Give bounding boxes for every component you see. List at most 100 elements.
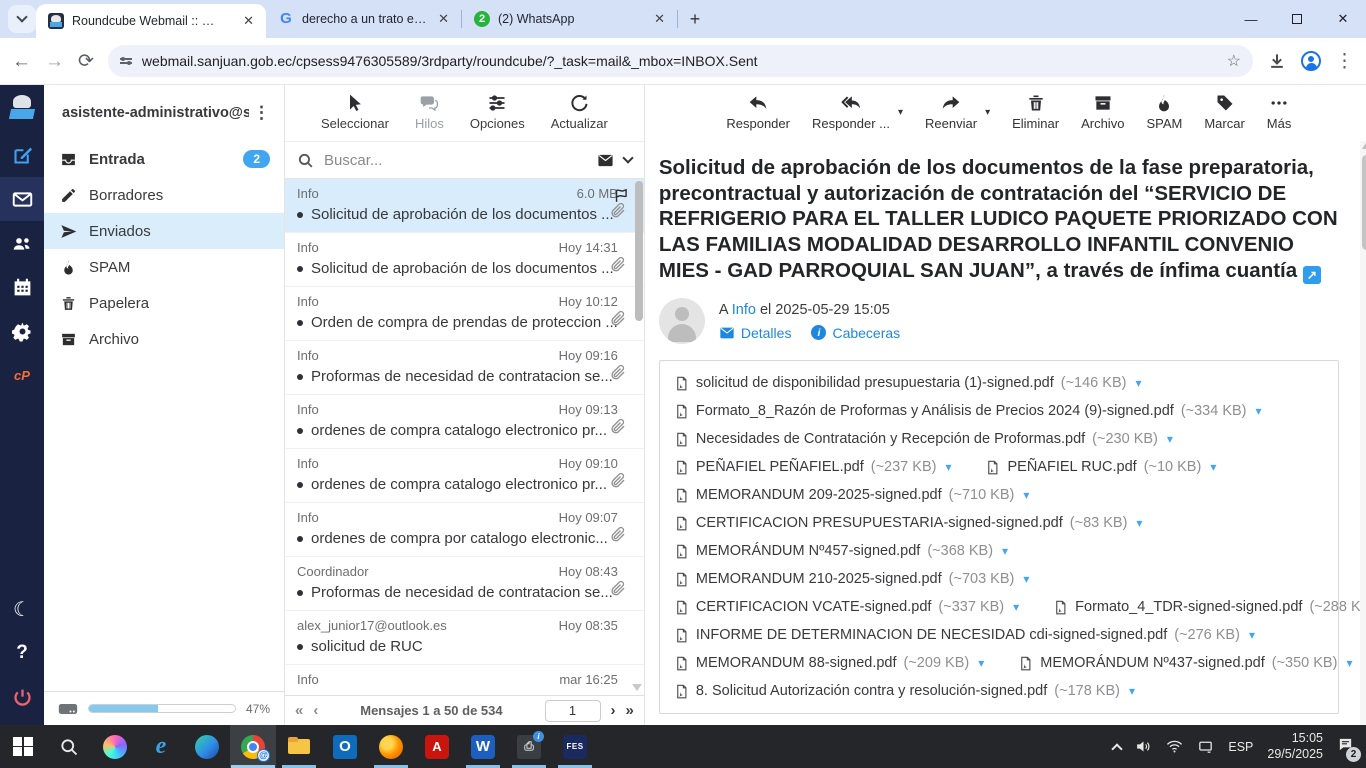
mark-button[interactable]: Marcar: [1204, 93, 1244, 131]
attachment-name[interactable]: Formato_4_TDR-signed-signed.pdf: [1075, 599, 1302, 615]
attachment-menu-caret-icon[interactable]: ▾: [1002, 544, 1008, 558]
settings-button[interactable]: [0, 309, 44, 353]
bookmark-star-icon[interactable]: ☆: [1227, 51, 1241, 71]
taskbar-fes-button[interactable]: FES: [552, 725, 598, 768]
recipient-link[interactable]: Info: [732, 302, 756, 318]
new-tab-button[interactable]: +: [682, 6, 708, 32]
taskbar-printer-button[interactable]: ⎙: [506, 725, 552, 768]
attachment-name[interactable]: 8. Solicitud Autorización contra y resol…: [696, 683, 1047, 699]
tab-search-button[interactable]: [8, 5, 36, 33]
attachment-item[interactable]: 8. Solicitud Autorización contra y resol…: [674, 683, 1135, 700]
attachment-name[interactable]: MEMORANDUM 210-2025-signed.pdf: [696, 571, 942, 587]
next-page-button[interactable]: ›: [611, 702, 616, 719]
folder-inbox[interactable]: Entrada 2: [44, 141, 284, 177]
taskbar-edge-button[interactable]: [184, 725, 230, 768]
archive-button[interactable]: Archivo: [1081, 93, 1124, 131]
attachment-name[interactable]: MEMORÁNDUM Nº457-signed.pdf: [696, 543, 920, 559]
message-list-row[interactable]: CoordinadorHoy 08:43 Proformas de necesi…: [285, 557, 644, 611]
dark-mode-button[interactable]: ☾: [0, 587, 44, 631]
minimize-button[interactable]: —: [1228, 0, 1274, 38]
attachment-item[interactable]: Formato_8_Razón de Proformas y Análisis …: [674, 403, 1262, 420]
attachment-item[interactable]: MEMORÁNDUM Nº457-signed.pdf (~368 KB) ▾: [674, 543, 1008, 560]
attachment-name[interactable]: PEÑAFIEL PEÑAFIEL.pdf: [696, 459, 864, 475]
reading-scrollbar[interactable]: [1360, 141, 1366, 725]
maximize-button[interactable]: [1274, 0, 1320, 38]
logout-button[interactable]: [0, 675, 44, 719]
page-number-input[interactable]: 1: [545, 700, 601, 722]
language-indicator[interactable]: ESP: [1228, 740, 1253, 754]
search-scope-mail-icon[interactable]: [597, 152, 614, 169]
tab-roundcube[interactable]: Roundcube Webmail :: Enviados ✕: [36, 4, 266, 38]
taskbar-ie-button[interactable]: e: [138, 725, 184, 768]
first-page-button[interactable]: «: [295, 702, 303, 719]
display-connect-icon[interactable]: [1197, 738, 1214, 755]
cpanel-button[interactable]: cP: [0, 353, 44, 397]
attachment-item[interactable]: solicitud de disponibilidad presupuestar…: [674, 375, 1142, 392]
delete-button[interactable]: Eliminar: [1012, 93, 1059, 131]
scroll-down-icon[interactable]: [632, 684, 642, 691]
unread-dot-icon[interactable]: [297, 266, 303, 272]
message-list-row[interactable]: InfoHoy 09:16 Proformas de necesidad de …: [285, 341, 644, 395]
account-menu-icon[interactable]: ⋮: [249, 103, 274, 123]
taskbar-chrome-button[interactable]: @: [230, 725, 276, 768]
spam-button[interactable]: SPAM: [1146, 93, 1182, 131]
attachment-menu-caret-icon[interactable]: ▾: [1249, 628, 1255, 642]
attachment-menu-caret-icon[interactable]: ▾: [1023, 488, 1029, 502]
attachment-item[interactable]: INFORME DE DETERMINACION DE NECESIDAD cd…: [674, 627, 1255, 644]
attachment-name[interactable]: INFORME DE DETERMINACION DE NECESIDAD cd…: [696, 627, 1167, 643]
scroll-up-icon[interactable]: [1362, 143, 1366, 149]
attachment-menu-caret-icon[interactable]: ▾: [945, 460, 951, 474]
message-list-row[interactable]: alex_junior17@outlook.esHoy 08:35 solici…: [285, 611, 644, 665]
attachment-menu-caret-icon[interactable]: ▾: [1013, 600, 1019, 614]
attachment-item[interactable]: PEÑAFIEL PEÑAFIEL.pdf (~237 KB) ▾: [674, 459, 952, 476]
forward-caret-icon[interactable]: ▾: [985, 107, 990, 118]
start-button[interactable]: [0, 725, 46, 768]
message-list-row[interactable]: InfoHoy 14:31 Solicitud de aprobación de…: [285, 233, 644, 287]
attachment-item[interactable]: MEMORANDUM 88-signed.pdf (~209 KB) ▾: [674, 655, 984, 672]
folder-spam[interactable]: SPAM: [44, 249, 284, 285]
reply-all-button[interactable]: Responder ...: [812, 93, 890, 131]
refresh-button[interactable]: Actualizar: [551, 93, 608, 131]
attachment-menu-caret-icon[interactable]: ▾: [1135, 376, 1141, 390]
taskbar-outlook-button[interactable]: O: [322, 725, 368, 768]
back-button[interactable]: ←: [12, 52, 31, 71]
tab-close-button[interactable]: ✕: [241, 13, 256, 29]
address-bar[interactable]: webmail.sanjuan.gob.ec/cpsess9476305589/…: [108, 45, 1253, 77]
contacts-button[interactable]: [0, 221, 44, 265]
message-list-row[interactable]: InfoHoy 09:10 ordenes de compra catalogo…: [285, 449, 644, 503]
downloads-icon[interactable]: [1267, 51, 1287, 71]
external-link-icon[interactable]: ↗: [1303, 266, 1321, 284]
attachment-name[interactable]: MEMORANDUM 88-signed.pdf: [696, 655, 897, 671]
forward-button[interactable]: →: [45, 52, 64, 71]
help-button[interactable]: ?: [0, 631, 44, 675]
attachment-name[interactable]: MEMORÁNDUM Nº437-signed.pdf: [1040, 655, 1264, 671]
site-settings-icon[interactable]: [120, 58, 132, 64]
unread-dot-icon[interactable]: [297, 212, 303, 218]
tray-expand-icon[interactable]: [1112, 743, 1123, 754]
notification-center-button[interactable]: 2: [1337, 736, 1354, 758]
unread-dot-icon[interactable]: [297, 590, 303, 596]
unread-dot-icon[interactable]: [297, 374, 303, 380]
close-button[interactable]: ✕: [1320, 0, 1366, 38]
flag-icon[interactable]: [613, 187, 630, 209]
message-list-row[interactable]: InfoHoy 09:07 ordenes de compra por cata…: [285, 503, 644, 557]
attachment-name[interactable]: solicitud de disponibilidad presupuestar…: [696, 375, 1054, 391]
attachment-name[interactable]: Necesidades de Contratación y Recepción …: [696, 431, 1085, 447]
mail-module-button[interactable]: [0, 177, 44, 221]
taskbar-acrobat-button[interactable]: A: [414, 725, 460, 768]
url-text[interactable]: webmail.sanjuan.gob.ec/cpsess9476305589/…: [142, 53, 758, 69]
folder-sent[interactable]: Enviados: [44, 213, 284, 249]
taskbar-copilot-button[interactable]: [92, 725, 138, 768]
unread-dot-icon[interactable]: [297, 644, 303, 650]
attachment-name[interactable]: CERTIFICACION VCATE-signed.pdf: [696, 599, 932, 615]
browser-menu-icon[interactable]: ⋮: [1335, 52, 1354, 71]
attachment-menu-caret-icon[interactable]: ▾: [1167, 432, 1173, 446]
attachment-menu-caret-icon[interactable]: ▾: [1346, 656, 1352, 670]
message-list-row[interactable]: Infomar 16:25: [285, 665, 644, 695]
wifi-icon[interactable]: [1166, 738, 1183, 755]
attachment-name[interactable]: PEÑAFIEL RUC.pdf: [1007, 459, 1136, 475]
attachment-menu-caret-icon[interactable]: ▾: [978, 656, 984, 670]
attachment-item[interactable]: MEMORÁNDUM Nº437-signed.pdf (~350 KB) ▾: [1018, 655, 1352, 672]
attachment-item[interactable]: PEÑAFIEL RUC.pdf (~10 KB) ▾: [985, 459, 1216, 476]
attachment-menu-caret-icon[interactable]: ▾: [1210, 460, 1216, 474]
